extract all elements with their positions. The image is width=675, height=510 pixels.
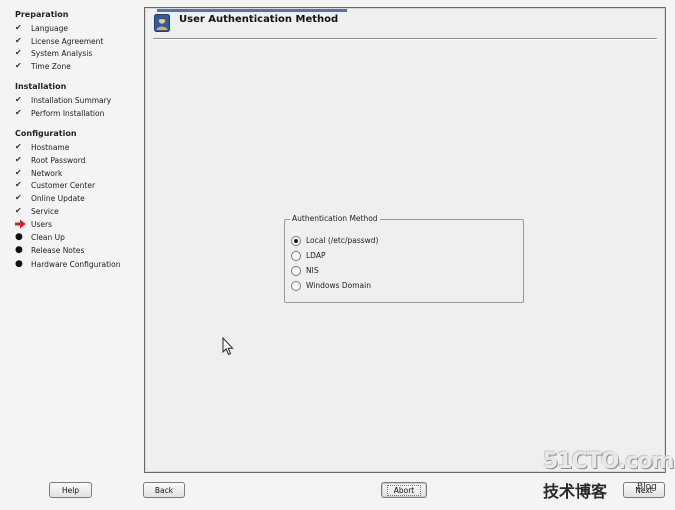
step-network: ✔ Network [15,168,63,178]
radio-ldap[interactable]: LDAP [291,249,325,262]
step-hardware-configuration: ● Hardware Configuration [15,259,121,269]
section-title-preparation: Preparation [15,10,69,19]
check-icon: ✔ [15,36,22,45]
help-button[interactable]: Help [49,482,92,498]
step-perform-installation: ✔ Perform Installation [15,108,105,118]
page-title: User Authentication Method [179,14,339,25]
radio-button[interactable] [291,280,301,291]
check-icon: ✔ [15,23,22,32]
main-panel: User Authentication Method Authenticatio… [144,7,666,473]
check-icon: ✔ [15,142,22,151]
group-legend: Authentication Method [290,214,380,223]
bullet-icon: ● [15,245,23,255]
step-hostname: ✔ Hostname [15,142,70,152]
radio-local[interactable]: Local (/etc/passwd) [291,234,378,247]
section-title-installation: Installation [15,82,67,91]
abort-label: Abort [386,484,422,496]
step-online-update: ✔ Online Update [15,193,85,203]
step-installation-summary: ✔ Installation Summary [15,95,112,105]
step-time-zone: ✔ Time Zone [15,61,71,71]
authentication-method-group: Authentication Method Local (/etc/passwd… [284,214,524,303]
mouse-pointer-icon [222,336,234,357]
radio-button[interactable] [291,265,301,276]
watermark-blog: Blog [637,482,657,492]
section-title-configuration: Configuration [15,129,77,138]
step-clean-up: ● Clean Up [15,232,65,242]
step-users: Users [15,218,52,230]
check-icon: ✔ [15,193,22,202]
arrow-right-icon [15,219,27,229]
radio-nis[interactable]: NIS [291,264,319,277]
check-icon: ✔ [15,168,22,177]
radio-button[interactable] [291,250,301,261]
check-icon: ✔ [15,108,22,117]
step-root-password: ✔ Root Password [15,155,86,165]
step-license-agreement: ✔ License Agreement [15,36,104,46]
step-system-analysis: ✔ System Analysis [15,48,93,58]
check-icon: ✔ [15,155,22,164]
bullet-icon: ● [15,232,23,242]
abort-button[interactable]: Abort [381,482,427,498]
header-separator [153,38,657,40]
check-icon: ✔ [15,95,22,104]
check-icon: ✔ [15,180,22,189]
title-accent-bar [157,9,347,12]
check-icon: ✔ [15,61,22,70]
watermark-subtitle: 技术博客 [543,482,608,501]
check-icon: ✔ [15,48,22,57]
step-language: ✔ Language [15,23,69,33]
back-button[interactable]: Back [143,482,185,498]
step-service: ✔ Service [15,206,59,216]
check-icon: ✔ [15,206,22,215]
radio-button-selected[interactable] [291,235,301,246]
step-customer-center: ✔ Customer Center [15,180,96,190]
installation-steps-sidebar: Preparation ✔ Language ✔ License Agreement… [0,0,140,480]
radio-windows-domain[interactable]: Windows Domain [291,279,371,292]
bullet-icon: ● [15,259,23,269]
watermark-logo: 51CTO.com [543,449,674,474]
user-icon [154,14,170,32]
step-release-notes: ● Release Notes [15,245,85,255]
